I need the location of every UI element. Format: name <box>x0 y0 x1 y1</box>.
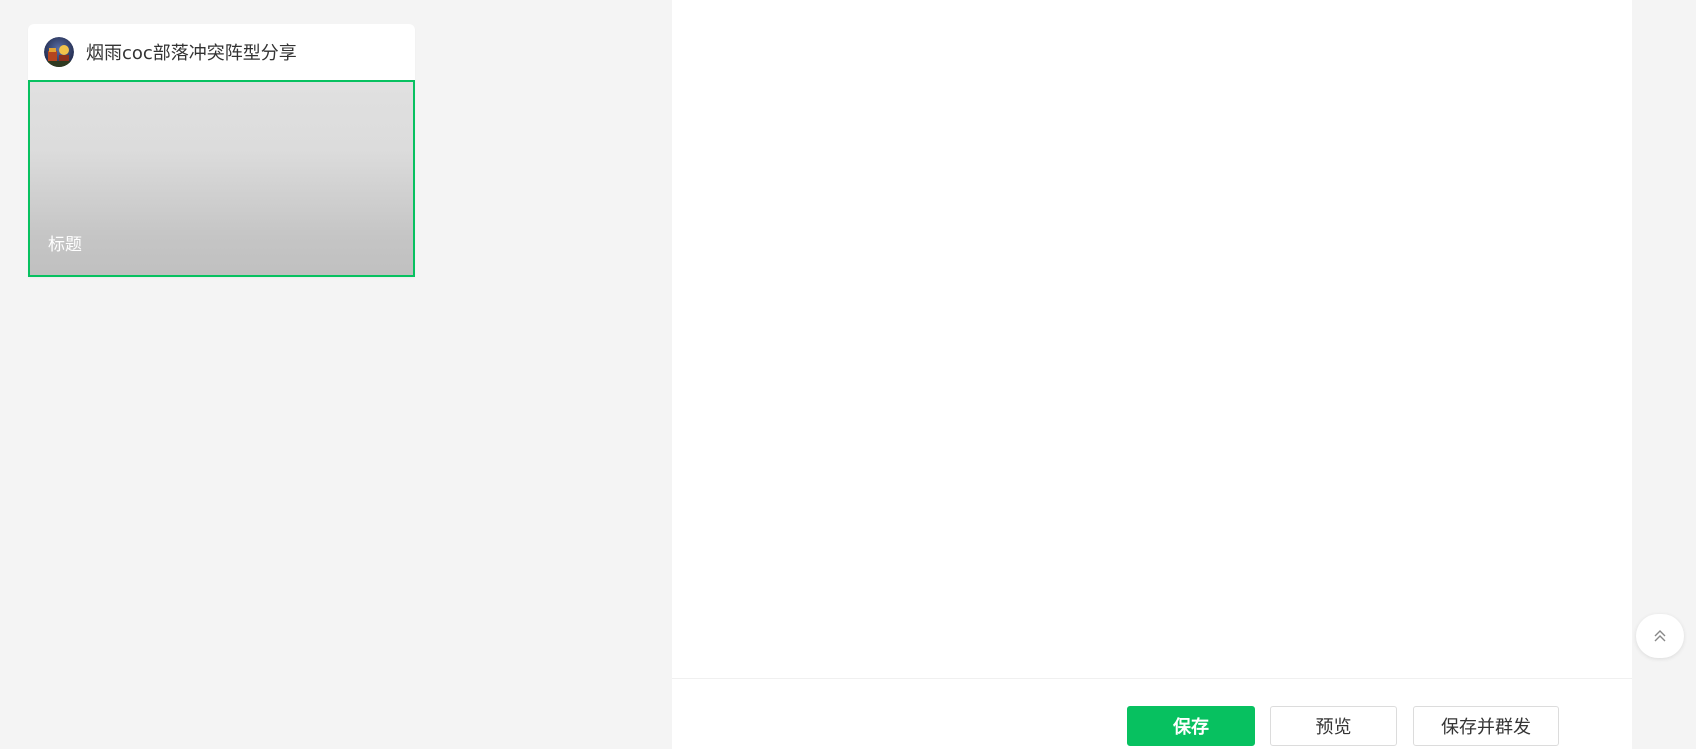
article-cover-title: 标题 <box>48 235 82 255</box>
double-chevron-up-icon <box>1654 630 1666 642</box>
page: 烟雨coc部落冲突阵型分享 标题 保存 预览 保存并群发 <box>0 0 1696 749</box>
clan-avatar-icon <box>44 37 74 67</box>
editor-panel: 保存 预览 保存并群发 <box>672 0 1632 749</box>
editor-toolbar-footer: 保存 预览 保存并群发 <box>672 678 1632 749</box>
editor-content-area[interactable] <box>672 0 1632 678</box>
back-to-top-button[interactable] <box>1636 614 1684 658</box>
account-name: 烟雨coc部落冲突阵型分享 <box>86 43 297 64</box>
account-header: 烟雨coc部落冲突阵型分享 <box>28 24 415 80</box>
account-avatar <box>44 37 74 67</box>
article-card: 烟雨coc部落冲突阵型分享 标题 <box>28 24 415 277</box>
article-cover[interactable]: 标题 <box>28 80 415 277</box>
save-button[interactable]: 保存 <box>1127 706 1255 746</box>
save-and-publish-button[interactable]: 保存并群发 <box>1413 706 1559 746</box>
preview-button[interactable]: 预览 <box>1270 706 1397 746</box>
